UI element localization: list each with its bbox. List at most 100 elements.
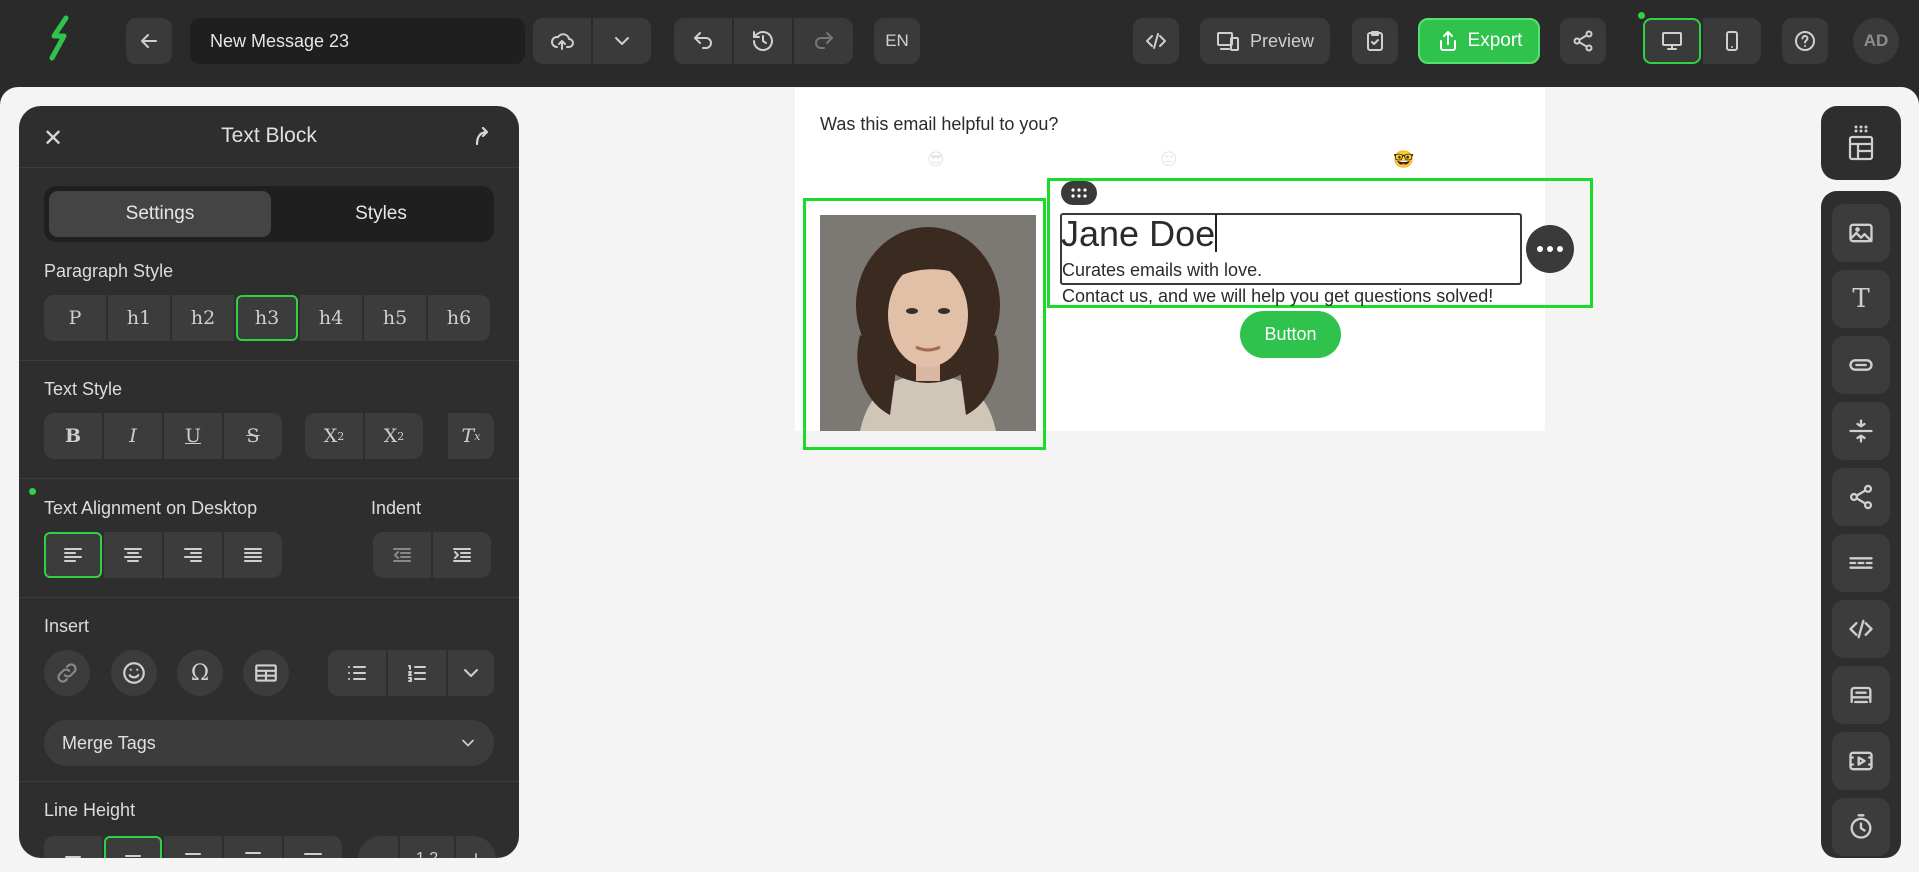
history-group (674, 18, 853, 64)
insert-emoji-button[interactable] (111, 650, 157, 696)
align-right-button[interactable] (164, 532, 222, 578)
redo-button[interactable] (794, 18, 853, 64)
paragraph-p-button[interactable]: P (44, 295, 106, 341)
line-height-decrease-button[interactable]: − (358, 836, 398, 858)
superscript-button[interactable]: X2 (365, 413, 423, 459)
emoji-cool[interactable]: 😎 (927, 150, 945, 170)
paragraph-h2-button[interactable]: h2 (172, 295, 234, 341)
outdent-button[interactable] (373, 532, 431, 578)
carousel-icon (1850, 686, 1872, 704)
align-left-button[interactable] (44, 532, 102, 578)
history-button[interactable] (734, 18, 792, 64)
numbered-list-button[interactable] (388, 650, 446, 696)
social-block-button[interactable] (1832, 468, 1890, 526)
drag-handle[interactable] (1061, 181, 1097, 205)
text-icon: T (1852, 284, 1870, 314)
status-dot (1638, 12, 1645, 19)
subscript-button[interactable]: X2 (305, 413, 363, 459)
clear-formatting-button[interactable]: Tx (448, 413, 494, 459)
indent-icon (453, 548, 471, 562)
panel-tabs: Settings Styles (44, 186, 494, 242)
divider-block-button[interactable] (1832, 534, 1890, 592)
strikethrough-button[interactable]: S (224, 413, 282, 459)
detach-icon[interactable] (471, 124, 493, 148)
align-center-button[interactable] (104, 532, 162, 578)
help-button[interactable] (1782, 18, 1828, 64)
line-height-compact-button[interactable] (44, 836, 102, 858)
timer-block-button[interactable] (1832, 798, 1890, 856)
layers-button[interactable] (1821, 106, 1901, 180)
history-icon (753, 31, 773, 51)
checklist-button[interactable] (1352, 18, 1398, 64)
line-height-increase-button[interactable]: + (456, 836, 496, 858)
list-group (328, 650, 494, 696)
chevron-down-icon (462, 739, 474, 747)
modified-dot (29, 488, 36, 495)
back-button[interactable] (126, 18, 172, 64)
underline-button[interactable]: U (164, 413, 222, 459)
insert-link-button[interactable] (44, 650, 90, 696)
share-button[interactable] (1560, 18, 1606, 64)
line-height-normal-button[interactable] (104, 836, 162, 858)
preview-button[interactable]: Preview (1200, 18, 1330, 64)
feedback-question[interactable]: Was this email helpful to you? (820, 114, 1058, 135)
tab-styles[interactable]: Styles (270, 191, 492, 237)
arrow-left-icon (141, 34, 157, 48)
line-height-relaxed-icon (185, 853, 201, 858)
undo-button[interactable] (674, 18, 732, 64)
contact-text[interactable]: Contact us, and we will help you get que… (1062, 286, 1493, 307)
line-height-loose-icon (245, 852, 261, 858)
portrait-image[interactable] (820, 215, 1036, 431)
email-cta-button[interactable]: Button (1240, 311, 1341, 358)
emoji-neutral[interactable]: 😐 (1160, 150, 1178, 170)
indent-button[interactable] (433, 532, 491, 578)
bulleted-list-button[interactable] (328, 650, 386, 696)
text-block-button[interactable]: T (1832, 270, 1890, 328)
italic-button[interactable]: I (104, 413, 162, 459)
paragraph-h6-button[interactable]: h6 (428, 295, 490, 341)
export-button[interactable]: Export (1418, 18, 1540, 64)
user-avatar[interactable]: AD (1853, 18, 1899, 64)
align-justify-button[interactable] (224, 532, 282, 578)
emoji-nerd[interactable]: 🤓 (1393, 150, 1414, 170)
merge-tags-dropdown[interactable]: Merge Tags (44, 720, 494, 766)
image-block-button[interactable] (1832, 204, 1890, 262)
button-block-button[interactable] (1832, 336, 1890, 394)
cloud-upload-button[interactable] (533, 18, 591, 64)
button-icon (1849, 359, 1873, 371)
export-icon (1439, 31, 1456, 51)
line-height-value[interactable]: 1.2 (400, 836, 454, 858)
line-height-loose-button[interactable] (224, 836, 282, 858)
amp-block-button[interactable] (1832, 666, 1890, 724)
spacer-block-button[interactable] (1832, 402, 1890, 460)
mobile-view-button[interactable] (1703, 18, 1761, 64)
more-options-button[interactable] (1526, 225, 1574, 273)
tab-settings[interactable]: Settings (49, 191, 271, 237)
paragraph-h5-button[interactable]: h5 (364, 295, 426, 341)
list-options-dropdown[interactable] (448, 650, 494, 696)
video-block-button[interactable] (1832, 732, 1890, 790)
language-button[interactable]: EN (874, 18, 920, 64)
paragraph-h1-button[interactable]: h1 (108, 295, 170, 341)
bold-button[interactable]: B (44, 413, 102, 459)
spacer-icon (1849, 419, 1873, 443)
insert-table-button[interactable] (243, 650, 289, 696)
desktop-view-button[interactable] (1643, 18, 1701, 64)
help-circle-icon (1795, 31, 1815, 51)
view-mode-group (1643, 18, 1761, 64)
save-options-dropdown[interactable] (593, 18, 651, 64)
insert-special-char-button[interactable]: Ω (177, 650, 223, 696)
name-heading[interactable]: Jane Doe (1061, 213, 1218, 255)
paragraph-h3-button[interactable]: h3 (236, 295, 298, 341)
line-height-relaxed-button[interactable] (164, 836, 222, 858)
alignment-group (44, 532, 282, 578)
subtitle-text[interactable]: Curates emails with love. (1062, 260, 1262, 281)
omega-icon: Ω (190, 660, 210, 686)
paragraph-h4-button[interactable]: h4 (300, 295, 362, 341)
html-block-button[interactable] (1832, 600, 1890, 658)
code-button[interactable] (1133, 18, 1179, 64)
line-height-custom-button[interactable] (284, 836, 342, 858)
message-title-input[interactable] (190, 18, 525, 64)
panel-header: ✕ Text Block (19, 106, 519, 168)
code-icon (1849, 619, 1873, 639)
